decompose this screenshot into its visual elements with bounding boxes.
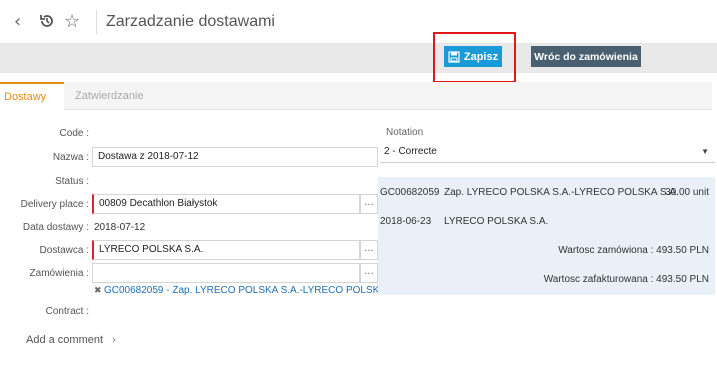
caret-down-icon: ▼ (701, 147, 709, 156)
delivery-date-value: 2018-07-12 (94, 222, 146, 233)
remove-order-icon[interactable]: ✖ (94, 286, 102, 296)
history-icon[interactable] (38, 12, 56, 35)
ordered-value: Wartosc zamówiona : 493.50 PLN (558, 245, 709, 256)
page-title: Zarzadzanie dostawami (106, 13, 275, 30)
status-label: Status : (55, 176, 89, 187)
orders-field[interactable] (92, 263, 360, 283)
supplier-label: Dostawca : (39, 245, 89, 256)
history-icon-graphic (40, 15, 53, 27)
notation-label: Notation (386, 127, 424, 138)
delivery-place-browse-button[interactable]: ... (360, 194, 378, 214)
delivery-place-field[interactable]: 00809 Decathlon Białystok (92, 194, 360, 214)
contract-label: Contract : (45, 306, 89, 317)
code-label: Code : (59, 128, 89, 139)
orders-browse-button[interactable]: ... (360, 263, 378, 283)
top-header: ‹ ☆ Zarzadzanie dostawami (0, 0, 717, 44)
name-label: Nazwa : (52, 152, 89, 163)
chevron-right-icon: › (112, 334, 116, 346)
order-link[interactable]: GC00682059 - Zap. LYRECO POLSKA S.A.-LYR… (104, 285, 407, 296)
order-summary-panel: GC00682059 Zap. LYRECO POLSKA S.A.-LYREC… (378, 177, 715, 295)
supplier-browse-button[interactable]: ... (360, 240, 378, 260)
back-to-order-button[interactable]: Wróc do zamówienia (531, 46, 641, 67)
name-field[interactable]: Dostawa z 2018-07-12 (92, 147, 378, 167)
chevron-left-icon[interactable]: ‹ (14, 12, 21, 32)
add-comment-link[interactable]: Add a comment › (26, 334, 116, 346)
notation-select[interactable]: 2 - Correcte ▼ (380, 141, 715, 163)
order-id: GC00682059 (380, 187, 440, 198)
delivery-date-label: Data dostawy : (22, 222, 89, 233)
notation-selected-value: 2 - Correcte (384, 146, 437, 157)
highlight-frame (433, 32, 516, 83)
header-divider (96, 10, 97, 34)
order-description: Zap. LYRECO POLSKA S.A.-LYRECO POLSKA S.… (444, 187, 679, 198)
invoiced-value: Wartosc zafakturowana : 493.50 PLN (543, 274, 709, 285)
delivery-place-label: Delivery place : (20, 199, 89, 210)
supplier-field[interactable]: LYRECO POLSKA S.A. (92, 240, 360, 260)
order-date: 2018-06-23 (380, 216, 432, 227)
order-quantity: 30.00 unit (665, 187, 709, 198)
tab-approval[interactable]: Zatwierdzanie (75, 82, 143, 110)
star-icon[interactable]: ☆ (64, 12, 80, 32)
tab-deliveries[interactable]: Dostawy (0, 82, 64, 110)
orders-label: Zamówienia : (29, 268, 89, 279)
tab-bar: Dostawy Zatwierdzanie (0, 82, 712, 110)
add-comment-label: Add a comment (26, 334, 104, 346)
order-supplier: LYRECO POLSKA S.A. (444, 216, 549, 227)
